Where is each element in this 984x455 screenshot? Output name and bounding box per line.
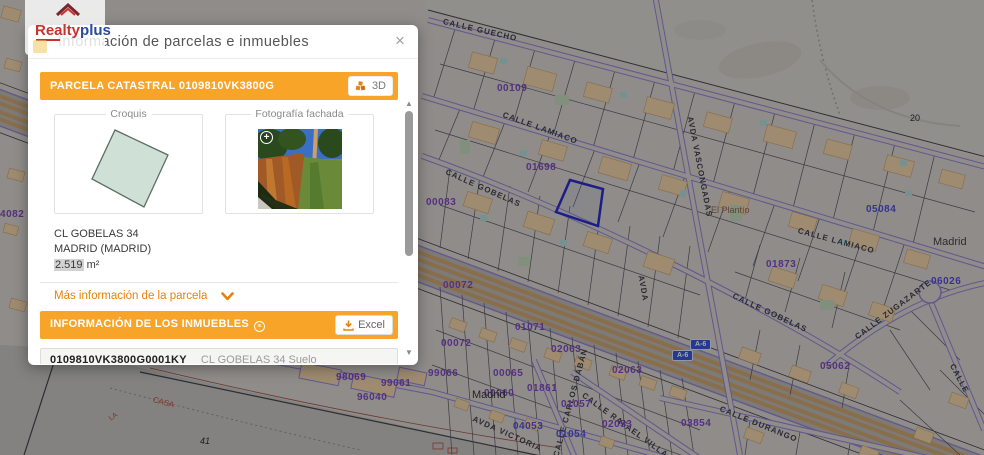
address-line2: MADRID (MADRID) [54, 242, 398, 257]
facade-photo-label: Fotografía fachada [250, 108, 348, 120]
photo-zoom-icon[interactable]: + [260, 131, 273, 144]
inmueble-row-line1: 0109810VK3800G0001KY CL GOBELAS 34 Suelo [50, 354, 388, 364]
parcel-address: CL GOBELAS 34 MADRID (MADRID) 2.519 m² [54, 227, 398, 273]
area-value: 2.519 [54, 259, 84, 271]
list-circle-icon: ≡ [254, 321, 265, 332]
excel-label: Excel [358, 319, 385, 331]
inmuebles-section-header: INFORMACIÓN DE LOS INMUEBLES≡ Excel [40, 311, 398, 339]
area-unit: m² [87, 259, 100, 271]
close-icon[interactable]: × [390, 31, 410, 51]
parcel-section-header: PARCELA CATASTRAL 0109810VK3800G 3D [40, 72, 398, 100]
croquis-panel[interactable]: Croquis [54, 114, 203, 214]
inmueble-row[interactable]: 0109810VK3800G0001KYCL GOBELAS 34 Suelo … [40, 348, 398, 364]
realtyplus-logo[interactable]: Realtyplus [25, 0, 105, 55]
croquis-label: Croquis [105, 108, 151, 120]
cadastral-ref-link[interactable]: 0109810VK3800G0001KY [50, 354, 187, 364]
panels-row: Croquis Fotografía fachada [54, 114, 398, 214]
inmuebles-section-title: INFORMACIÓN DE LOS INMUEBLES≡ [50, 318, 265, 332]
inmueble-desc: CL GOBELAS 34 Suelo [201, 354, 317, 364]
more-info-link[interactable]: Más información de la parcela [54, 290, 207, 302]
address-line1: CL GOBELAS 34 [54, 227, 398, 242]
modal-scrollbar[interactable]: ▲ ▼ [403, 99, 415, 358]
area-line: 2.519 m² [54, 258, 398, 273]
cubes-icon [355, 81, 368, 92]
scrollbar-thumb[interactable] [405, 111, 413, 256]
excel-export-button[interactable]: Excel [335, 315, 393, 335]
chevron-down-icon[interactable] [221, 292, 234, 301]
facade-photo[interactable]: + [258, 129, 342, 209]
parcel-info-modal: Información de parcelas e inmuebles × PA… [28, 25, 418, 365]
facade-photo-panel[interactable]: Fotografía fachada [225, 114, 374, 214]
more-info-row: Más información de la parcela [54, 290, 398, 302]
view-3d-label: 3D [372, 80, 386, 92]
logo-wordmark: Realtyplus [35, 22, 111, 39]
roof-icon [56, 3, 80, 16]
parcel-sketch [55, 115, 202, 213]
divider [40, 282, 398, 283]
parcel-section-title: PARCELA CATASTRAL 0109810VK3800G [50, 80, 274, 92]
logo-yellow-chip [33, 40, 47, 53]
modal-body: PARCELA CATASTRAL 0109810VK3800G 3D Croq… [28, 59, 418, 364]
screen: CALLE GUECHOCALLE LAMIACOCALLE GOBELASAV… [0, 0, 984, 455]
download-icon [343, 320, 354, 331]
scroll-up-arrow[interactable]: ▲ [403, 99, 415, 109]
view-3d-button[interactable]: 3D [348, 76, 393, 96]
scroll-down-arrow[interactable]: ▼ [403, 348, 415, 358]
